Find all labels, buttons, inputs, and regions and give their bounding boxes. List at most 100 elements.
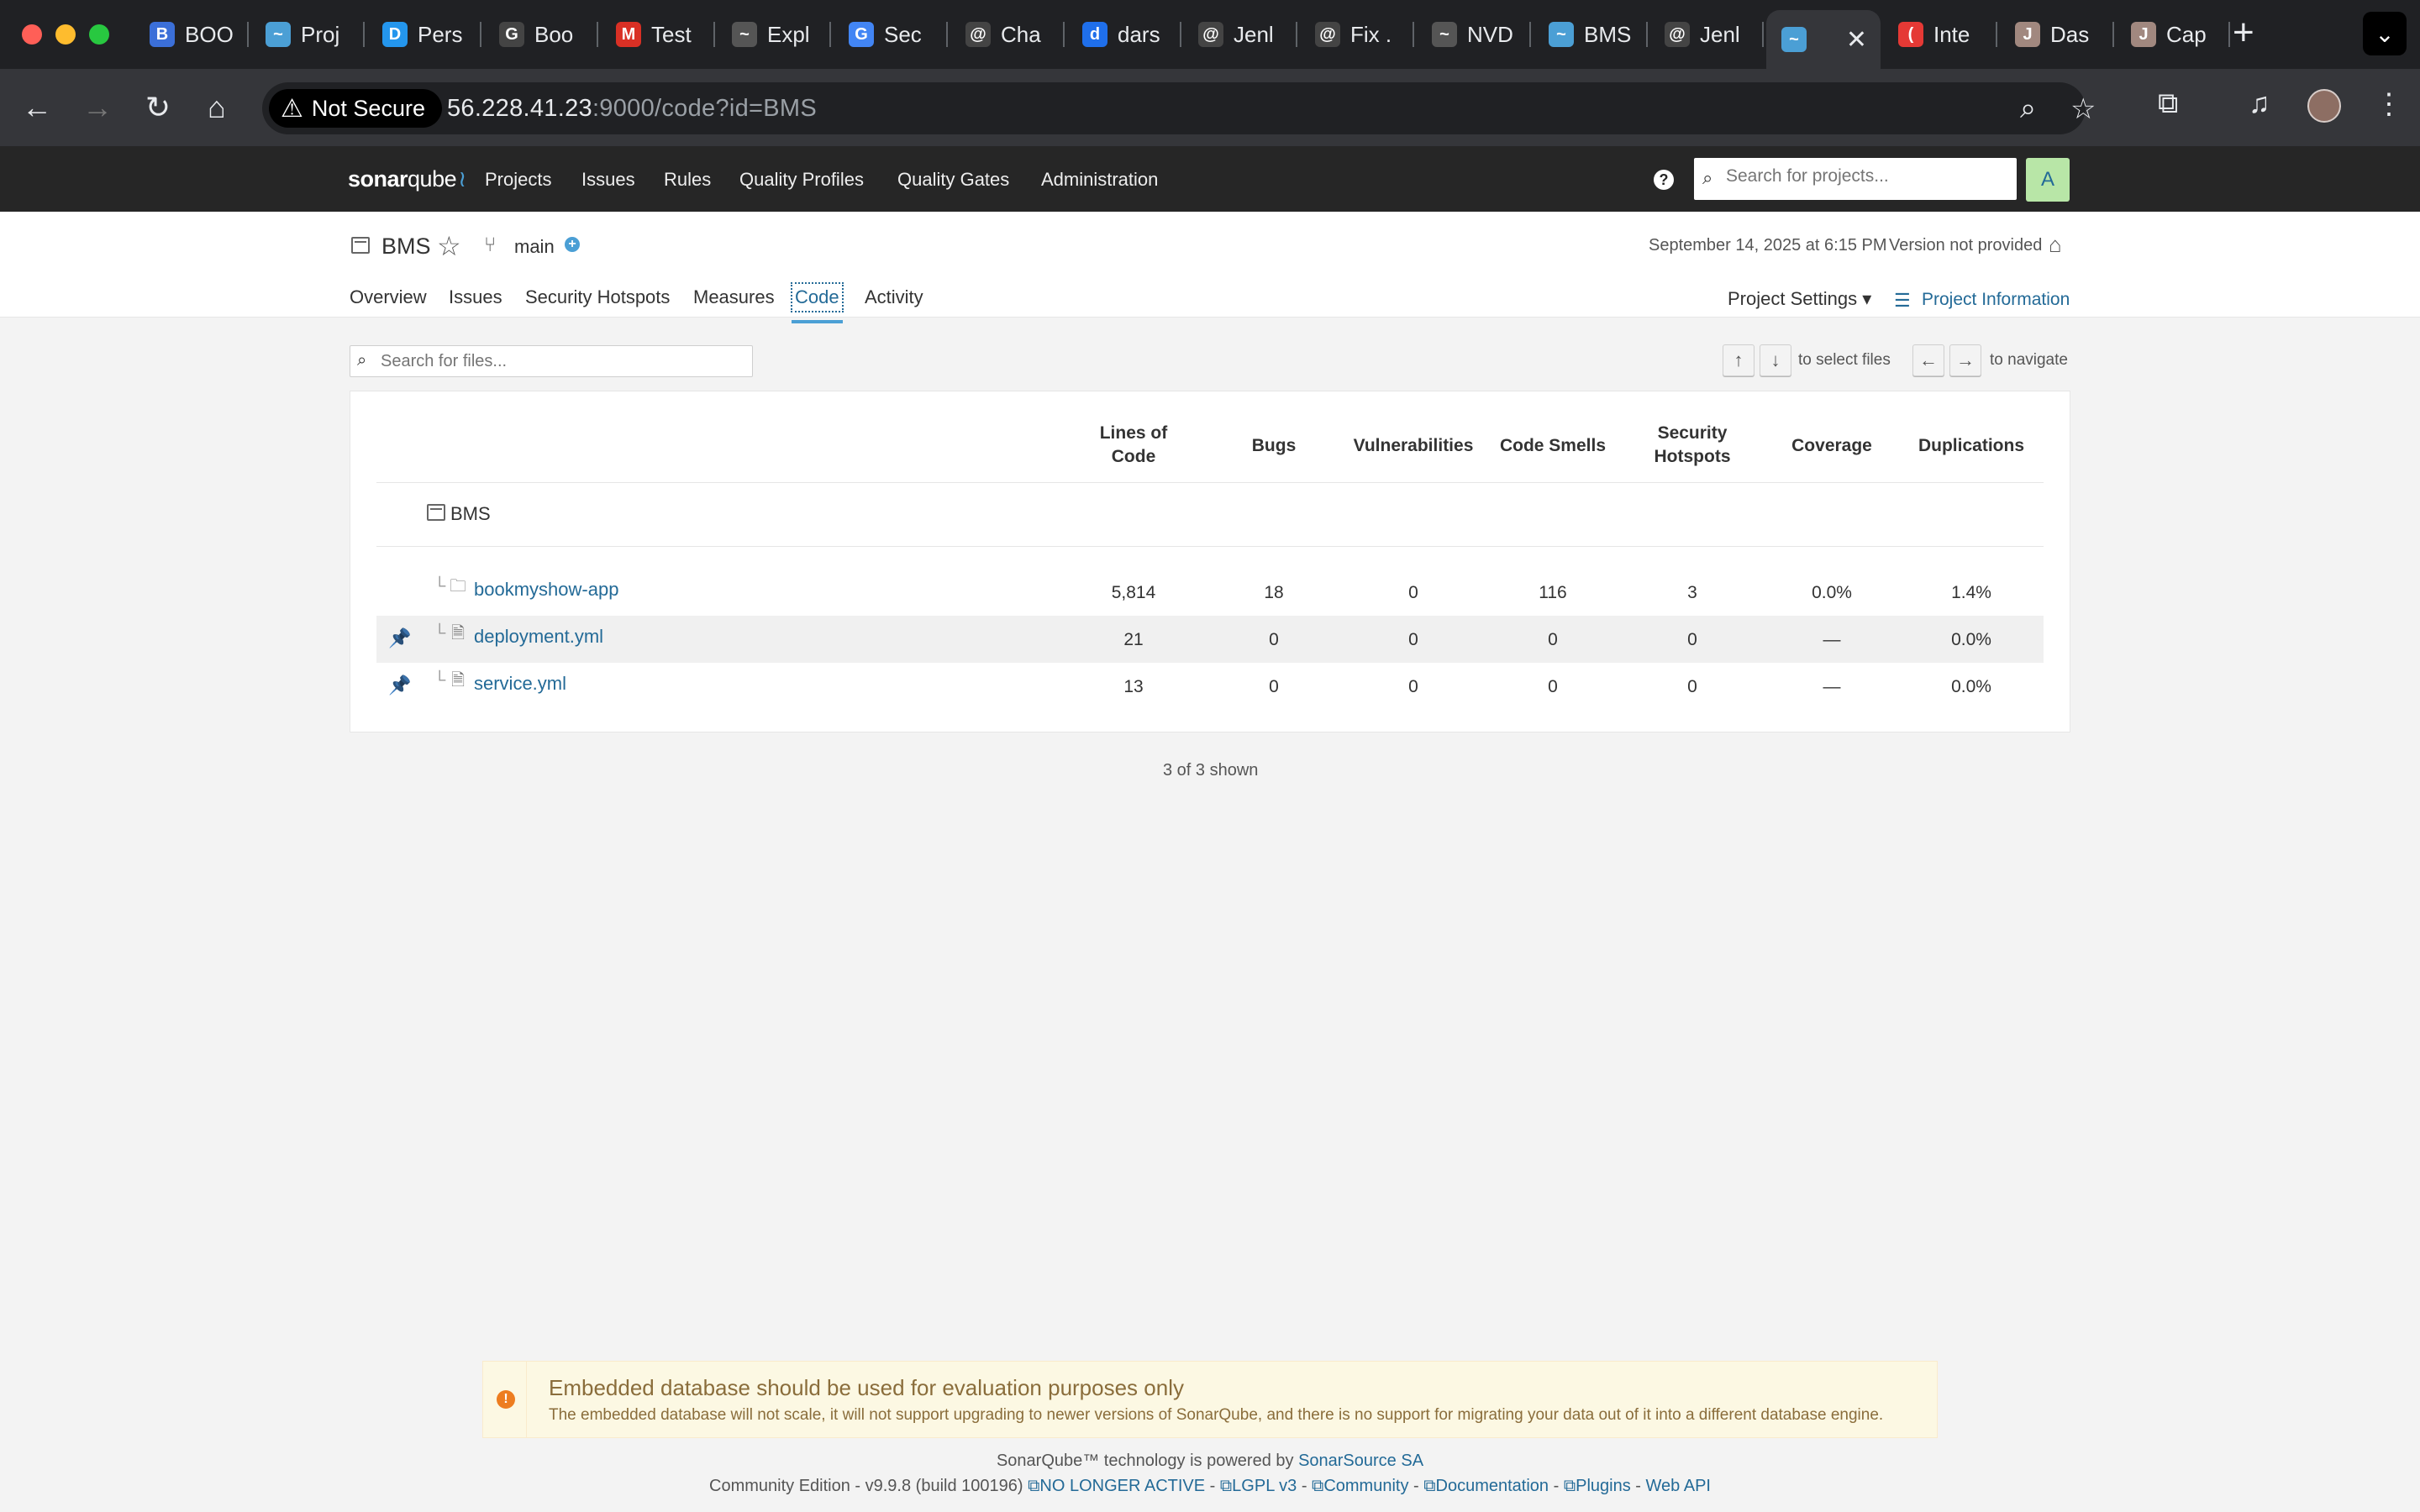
browser-tab[interactable]: ~ Proj [250,10,365,59]
tab-activity[interactable]: Activity [865,286,923,308]
close-window-button[interactable] [22,24,42,45]
cell-vulns[interactable]: 0 [1355,677,1472,697]
profile-avatar[interactable] [2307,89,2341,123]
cell-vulns[interactable]: 0 [1355,583,1472,603]
cell-coverage: — [1823,630,1841,649]
help-icon[interactable]: ? [1654,170,1674,190]
cell-hotspots[interactable]: 3 [1634,583,1751,603]
new-tab-button[interactable]: + [2233,12,2254,54]
browser-tab[interactable]: @ Cha [950,10,1065,59]
reload-button[interactable]: ↻ [138,87,178,128]
project-information-link[interactable]: Project Information [1922,290,2070,310]
sonarsource-link[interactable]: SonarSource SA [1298,1452,1423,1470]
browser-tab[interactable]: (Inte [1883,10,1997,59]
url-text[interactable]: 56.228.41.23:9000/code?id=BMS [447,95,817,123]
cell-smells[interactable]: 0 [1494,630,1612,650]
tab-separator [597,22,598,47]
tab-search-chevron-icon[interactable]: ⌄ [2363,12,2407,55]
cell-hotspots[interactable]: 0 [1634,677,1751,697]
browser-tab[interactable]: @ Jenl [1183,10,1297,59]
powered-by-text: SonarQube™ technology is powered by [996,1452,1299,1470]
project-name[interactable]: BMS [381,234,431,260]
pin-icon[interactable]: 📌 [388,627,411,649]
cell-smells[interactable]: 116 [1494,583,1612,603]
tab-measures[interactable]: Measures [693,286,775,308]
file-search-box[interactable]: ⌕ [350,345,753,377]
link-plugins[interactable]: Plugins [1576,1477,1631,1495]
project-search-box[interactable]: ⌕ [1694,158,2017,200]
cell-bugs[interactable]: 0 [1215,677,1333,697]
nav-quality-gates[interactable]: Quality Gates [897,169,1009,191]
tab-code[interactable]: Code [791,282,844,323]
minimize-window-button[interactable] [55,24,76,45]
table-row[interactable]: 📌 └ 🗎 service.yml 13 0 0 0 0 — 0.0% [376,663,2044,710]
pin-icon[interactable]: 📌 [388,675,411,696]
cell-vulns[interactable]: 0 [1355,630,1472,650]
browser-tab[interactable]: ~ ✕ [1766,10,1881,69]
link-documentation[interactable]: Documentation [1436,1477,1549,1495]
zoom-icon[interactable]: ⌕ [2020,92,2036,125]
cell-bugs[interactable]: 0 [1215,630,1333,650]
cell-dup[interactable]: 0.0% [1912,630,2030,650]
browser-tab[interactable]: J Cap [2116,10,2230,59]
nav-administration[interactable]: Administration [1041,169,1158,191]
cell-loc[interactable]: 5,814 [1075,583,1192,603]
browser-tab[interactable]: M Test [601,10,715,59]
sonarqube-logo[interactable]: sonarqube≀ [348,166,466,192]
branch-name[interactable]: main [514,236,555,258]
link-web-api[interactable]: Web API [1646,1477,1711,1495]
home-page-icon[interactable]: ⌂ [2049,232,2062,258]
address-bar[interactable]: ⚠ Not Secure 56.228.41.23:9000/code?id=B… [262,82,2096,134]
cell-smells[interactable]: 0 [1494,677,1612,697]
security-indicator[interactable]: ⚠ Not Secure [269,89,442,128]
link-community[interactable]: Community [1323,1477,1408,1495]
browser-tab[interactable]: J Das [2000,10,2114,59]
project-settings-dropdown[interactable]: Project Settings ▾ [1728,288,1871,310]
favorite-star-icon[interactable]: ☆ [437,230,461,262]
cell-loc[interactable]: 21 [1075,630,1192,650]
browser-tab[interactable]: ~ NVD [1417,10,1531,59]
user-avatar[interactable]: A [2026,158,2070,202]
browser-menu-icon[interactable]: ⋮ [2375,87,2403,121]
maximize-window-button[interactable] [89,24,109,45]
browser-tab[interactable]: B BOO [134,10,249,59]
nav-issues[interactable]: Issues [581,169,635,191]
project-search-input[interactable] [1726,166,2003,186]
browser-tab[interactable]: d dars [1067,10,1181,59]
back-button[interactable]: ← [17,87,57,128]
link-lgpl[interactable]: LGPL v3 [1232,1477,1297,1495]
browser-tab[interactable]: D Pers [367,10,481,59]
browser-tab[interactable]: @ Fix . [1300,10,1414,59]
cell-hotspots[interactable]: 0 [1634,630,1751,650]
nav-rules[interactable]: Rules [664,169,711,191]
cell-dup[interactable]: 0.0% [1912,677,2030,697]
cell-loc[interactable]: 13 [1075,677,1192,697]
bookmark-star-icon[interactable]: ☆ [2070,92,2096,126]
tab-overview[interactable]: Overview [350,286,427,308]
nav-projects[interactable]: Projects [485,169,551,191]
extensions-icon[interactable]: ⧉ [2158,87,2178,120]
tab-issues[interactable]: Issues [449,286,502,308]
table-row[interactable]: └ 🗀 bookmyshow-app 5,814 18 0 116 3 0.0% 1.4% [376,569,2044,616]
cell-bugs[interactable]: 18 [1215,583,1333,603]
forward-button[interactable]: → [77,87,118,128]
component-name-link[interactable]: bookmyshow-app [474,579,618,601]
tab-security-hotspots[interactable]: Security Hotspots [525,286,670,308]
browser-tab[interactable]: ~ Expl [717,10,831,59]
cell-dup[interactable]: 1.4% [1912,583,2030,603]
component-name-link[interactable]: deployment.yml [474,626,603,648]
component-name-link[interactable]: service.yml [474,673,566,695]
browser-tab[interactable]: G Boo [484,10,598,59]
browser-tab[interactable]: ~ BMS [1534,10,1648,59]
nav-quality-profiles[interactable]: Quality Profiles [739,169,864,191]
media-control-icon[interactable]: ♫ [2249,87,2270,120]
browser-tab[interactable]: G Sec [834,10,948,59]
branch-info-icon[interactable]: + [565,237,580,252]
cell-coverage[interactable]: 0.0% [1773,583,1891,603]
home-button[interactable]: ⌂ [197,87,237,128]
file-search-input[interactable] [381,352,742,371]
close-tab-icon[interactable]: ✕ [1846,25,1867,55]
browser-tab[interactable]: @ Jenl [1649,10,1764,59]
table-row[interactable]: 📌 └ 🗎 deployment.yml 21 0 0 0 0 — 0.0% [376,616,2044,663]
link-no-longer-active[interactable]: NO LONGER ACTIVE [1039,1477,1205,1495]
